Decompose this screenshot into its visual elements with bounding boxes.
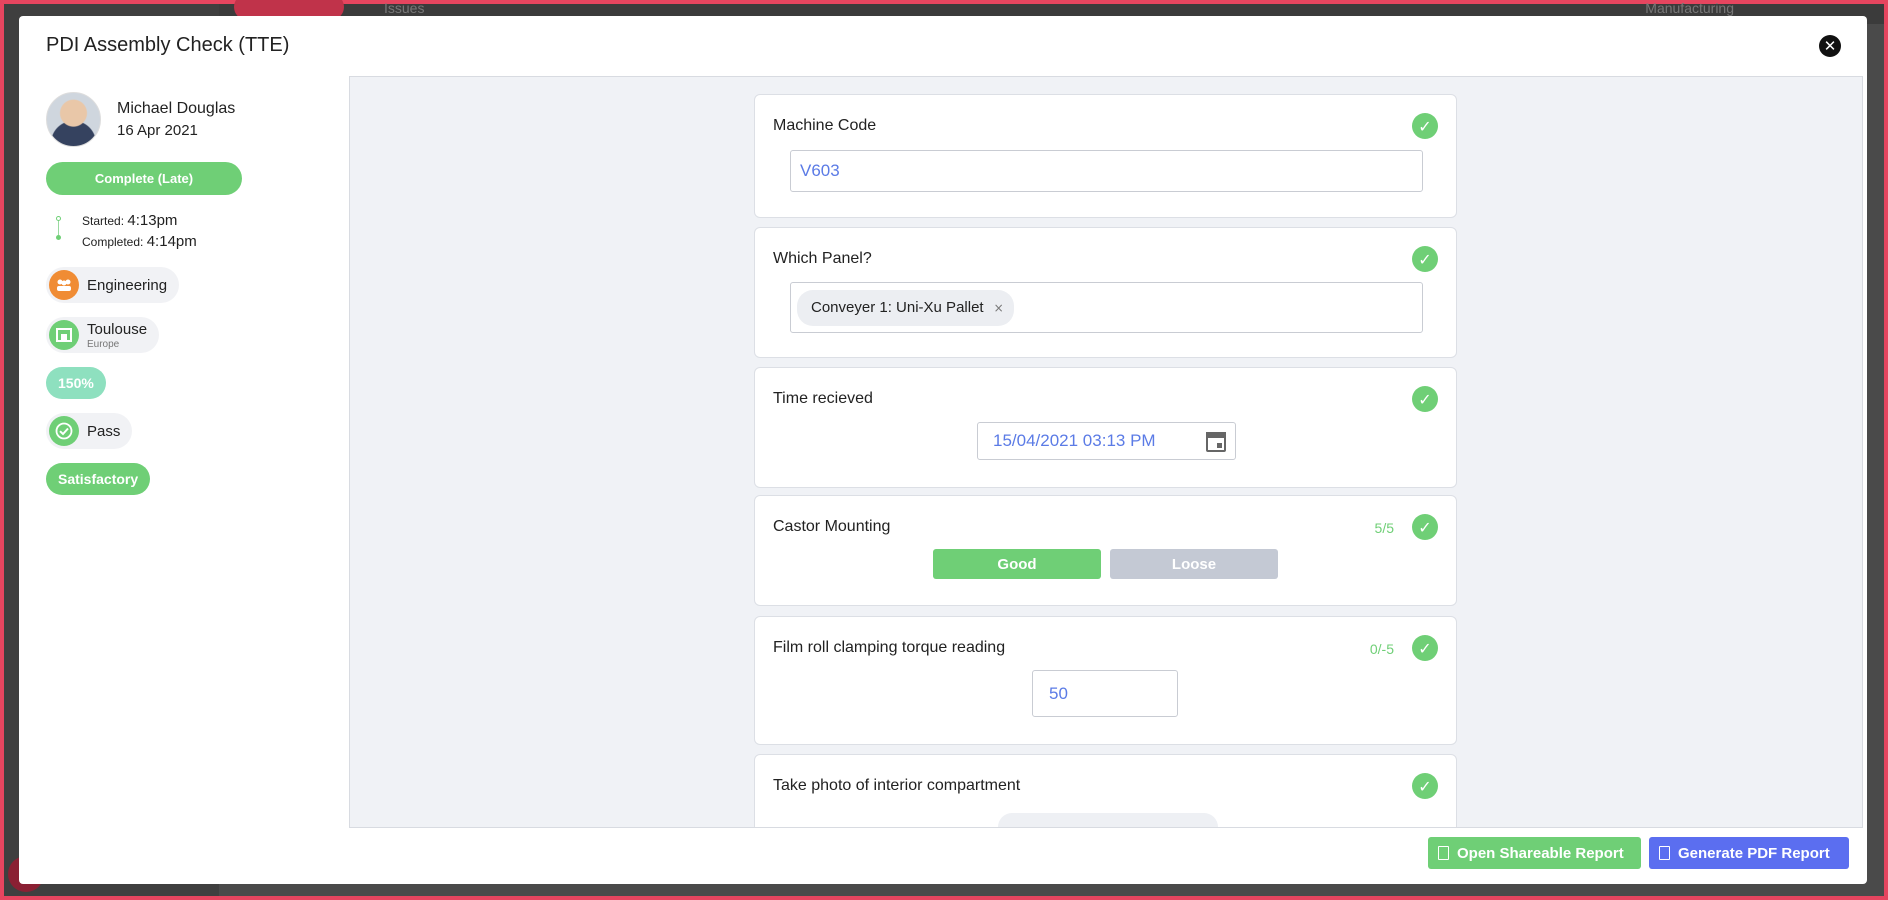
photo-thumbnail[interactable]: [998, 813, 1218, 827]
people-icon: [49, 270, 79, 300]
card-which-panel: Which Panel? ✓ Conveyer 1: Uni-Xu Pallet…: [754, 227, 1457, 358]
machine-code-input[interactable]: V603: [790, 150, 1423, 192]
card-time-received: Time recieved ✓ 15/04/2021 03:13 PM: [754, 367, 1457, 488]
location-region: Europe: [87, 338, 120, 350]
modal-title: PDI Assembly Check (TTE): [46, 34, 290, 56]
generate-pdf-report-button[interactable]: Generate PDF Report: [1649, 837, 1849, 869]
rating-badge: Satisfactory: [46, 463, 151, 495]
card-machine-code: Machine Code ✓ V603: [754, 94, 1457, 218]
calendar-icon[interactable]: [1206, 432, 1226, 452]
check-icon: ✓: [1412, 773, 1438, 799]
user-name: Michael Douglas: [117, 100, 236, 117]
timeline: Started: 4:13pm Completed: 4:14pm: [46, 211, 346, 253]
check-icon: ✓: [1412, 514, 1438, 540]
started-label: Started:: [82, 214, 125, 228]
pdf-button-label: Generate PDF Report: [1678, 844, 1830, 862]
completed-time: 4:14pm: [146, 233, 197, 250]
card-title: Castor Mounting: [773, 518, 891, 535]
question-score: 5/5: [1374, 520, 1394, 536]
share-icon: [1438, 846, 1449, 860]
department-label: Engineering: [87, 276, 168, 294]
panel-select[interactable]: Conveyer 1: Uni-Xu Pallet ×: [790, 282, 1423, 333]
submission-date: 16 Apr 2021: [117, 122, 198, 139]
question-score: 0/-5: [1369, 641, 1394, 657]
torque-number-input[interactable]: 50: [1032, 670, 1178, 717]
checklist-modal: PDI Assembly Check (TTE) ✕ Michael Dougl…: [19, 16, 1867, 884]
check-icon: ✓: [1412, 113, 1438, 139]
score-percent-badge: 150%: [46, 367, 106, 399]
close-icon[interactable]: ✕: [1819, 35, 1841, 57]
card-title: Film roll clamping torque reading: [773, 639, 1006, 656]
card-film-roll-torque: Film roll clamping torque reading 0/-5 ✓…: [754, 616, 1457, 745]
open-shareable-report-button[interactable]: Open Shareable Report: [1428, 837, 1641, 869]
started-time: 4:13pm: [127, 212, 178, 229]
building-icon: [49, 320, 79, 350]
completed-label: Completed:: [82, 235, 144, 249]
datetime-input[interactable]: 15/04/2021 03:13 PM: [977, 422, 1236, 460]
option-buttons: Good Loose: [933, 549, 1278, 579]
background-header-label: Manufacturing: [1645, 0, 1734, 16]
document-icon: [1659, 846, 1670, 860]
user-row: Michael Douglas 16 Apr 2021: [46, 92, 346, 147]
timeline-start-dot: [56, 216, 61, 221]
check-circle-icon: [49, 416, 79, 446]
location-chip: Toulouse Europe: [46, 317, 160, 353]
card-title: Take photo of interior compartment: [773, 777, 1021, 794]
card-title: Which Panel?: [773, 250, 872, 267]
option-good-button[interactable]: Good: [933, 549, 1101, 579]
submission-info-panel: Michael Douglas 16 Apr 2021 Complete (La…: [46, 92, 346, 495]
tag-label: Conveyer 1: Uni-Xu Pallet: [811, 299, 984, 316]
location-label: Toulouse: [87, 320, 148, 338]
share-button-label: Open Shareable Report: [1457, 844, 1624, 862]
option-loose-button[interactable]: Loose: [1110, 549, 1278, 579]
card-title: Machine Code: [773, 117, 877, 134]
card-title: Time recieved: [773, 390, 873, 407]
datetime-value: 15/04/2021 03:13 PM: [993, 431, 1156, 450]
department-chip: Engineering: [46, 267, 180, 303]
card-interior-photo: Take photo of interior compartment ✓: [754, 754, 1457, 827]
check-icon: ✓: [1412, 386, 1438, 412]
result-chip: Pass: [46, 413, 133, 449]
remove-tag-icon[interactable]: ×: [994, 301, 1004, 315]
completed-row: Completed: 4:14pm: [82, 232, 346, 253]
card-castor-mounting: Castor Mounting 5/5 ✓ Good Loose: [754, 495, 1457, 606]
status-badge: Complete (Late): [46, 162, 242, 195]
started-row: Started: 4:13pm: [82, 211, 346, 232]
check-icon: ✓: [1412, 635, 1438, 661]
timeline-end-dot: [56, 235, 61, 240]
result-label: Pass: [87, 422, 121, 440]
check-icon: ✓: [1412, 246, 1438, 272]
avatar: [46, 92, 101, 147]
selected-tag: Conveyer 1: Uni-Xu Pallet ×: [797, 289, 1014, 326]
checklist-content[interactable]: Machine Code ✓ V603 Which Panel? ✓ Conve…: [349, 76, 1863, 828]
background-issues-tab: Issues: [384, 0, 425, 16]
